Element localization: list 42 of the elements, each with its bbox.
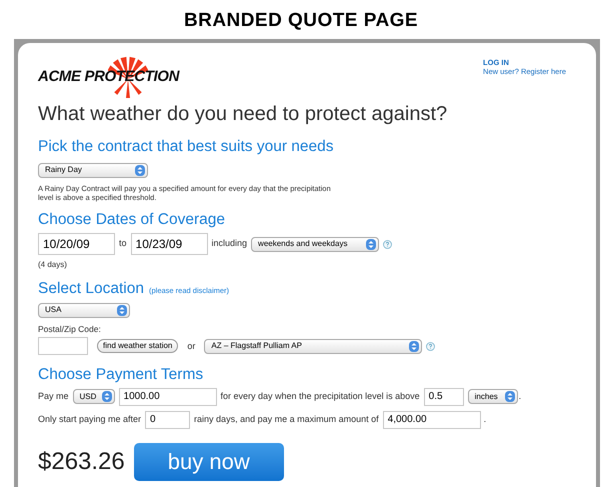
price-total: $263.26 [38, 446, 125, 477]
select-arrows-icon [409, 340, 420, 352]
input-field[interactable]: 1000.00 [118, 388, 217, 406]
section-heading: Choose Payment Terms [38, 367, 204, 383]
pay-label: Pay me [38, 390, 69, 403]
condition-label: for every day when the precipitation level is above [220, 390, 420, 403]
brand-logo: ACME PROTECTION [38, 55, 188, 100]
help-icon[interactable] [383, 240, 392, 248]
select-arrows-icon [366, 238, 376, 250]
start-label: Only start paying me after [38, 413, 142, 426]
slide-title: BRANDED QUOTE PAGE [184, 9, 418, 33]
including-label: including [212, 237, 248, 250]
section-heading: Pick the contract that best suits your needs [38, 139, 335, 154]
days-count: (4 days) [38, 259, 68, 271]
input-field[interactable]: 10/23/09 [130, 233, 208, 255]
select-arrows-icon [102, 391, 112, 402]
dropdown-select[interactable]: inches [468, 389, 518, 404]
or-label: or [187, 340, 196, 352]
select-arrows-icon [117, 304, 127, 316]
section-heading: Select Location [38, 281, 144, 296]
period-label: . [518, 390, 522, 403]
dropdown-select[interactable]: AZ – Flagstaff Pulliam AP [204, 338, 422, 354]
dropdown-select[interactable]: USD [72, 389, 115, 404]
find-station-button[interactable]: find weather station [97, 339, 178, 354]
period-label: . [484, 413, 486, 426]
buy-now-button[interactable]: buy now [134, 442, 284, 481]
to-label: to [119, 237, 127, 250]
select-arrows-icon [504, 391, 515, 402]
dropdown-select[interactable]: Rainy Day [38, 162, 148, 178]
input-field[interactable] [38, 337, 88, 356]
dropdown-select[interactable]: weekends and weekdays [251, 236, 380, 252]
input-field[interactable]: 0.5 [424, 388, 464, 406]
help-icon[interactable] [426, 342, 436, 351]
dropdown-select[interactable]: USA [38, 302, 130, 318]
postal-label: Postal/Zip Code: [38, 322, 102, 336]
input-field[interactable]: 0 [145, 410, 190, 429]
section-heading: Choose Dates of Coverage [38, 212, 226, 227]
page-heading: What weather do you need to protect against? [38, 104, 448, 124]
max-label: rainy days, and pay me a maximum amount of [194, 413, 379, 426]
input-field[interactable]: 10/20/09 [38, 233, 115, 255]
input-field[interactable]: 4,000.00 [382, 410, 481, 429]
select-arrows-icon [135, 164, 145, 176]
